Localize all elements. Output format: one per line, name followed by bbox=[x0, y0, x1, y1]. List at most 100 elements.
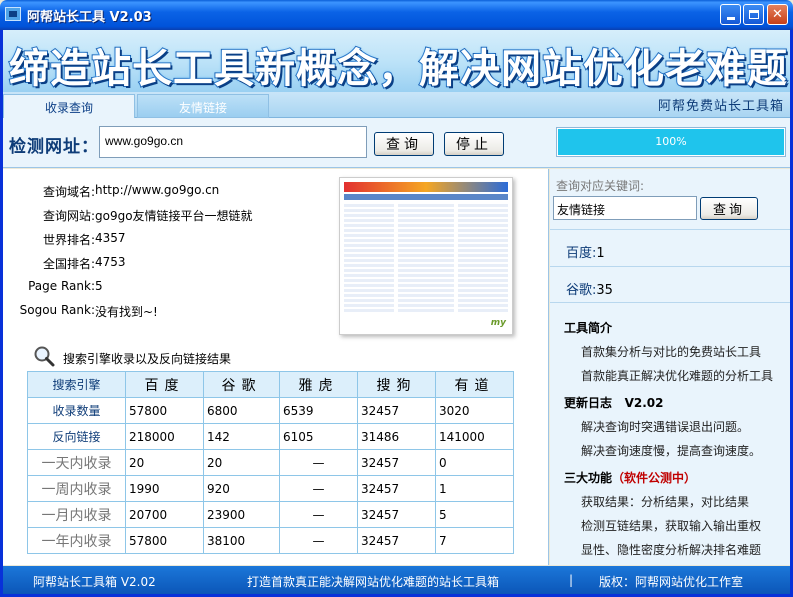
status-app-version: 阿帮站长工具箱 V2.02 bbox=[33, 575, 156, 589]
baidu-label: 百度: bbox=[566, 246, 597, 261]
table-cell: 32457 bbox=[357, 397, 436, 424]
stop-button[interactable]: 停止 bbox=[444, 132, 504, 156]
app-icon[interactable] bbox=[5, 7, 21, 21]
query-button[interactable]: 查询 bbox=[374, 132, 434, 156]
site-info-value: 4753 bbox=[95, 255, 126, 269]
row-label: 一年内收录 bbox=[27, 527, 126, 554]
tab-strip: 收录查询 友情链接 阿帮免费站长工具箱 bbox=[3, 92, 790, 118]
table-cell: 20 bbox=[125, 449, 204, 476]
row-label: 收录数量 bbox=[27, 397, 126, 424]
changelog-item: 解决查询速度慢，提高查询速度。 bbox=[581, 444, 762, 458]
url-input[interactable]: www.go9go.cn bbox=[99, 126, 367, 158]
table-cell: 920 bbox=[203, 475, 280, 502]
table-row: 一周内收录 1990 920—32457 1 bbox=[27, 475, 514, 502]
table-cell: 32457 bbox=[357, 449, 436, 476]
window-title: 阿帮站长工具 V2.03 bbox=[27, 10, 152, 25]
site-info-row: 世界排名: 4357 bbox=[3, 231, 273, 255]
baidu-value: 1 bbox=[596, 246, 605, 261]
features-title: 三大功能（软件公测中） bbox=[564, 469, 696, 486]
table-cell: 20 bbox=[203, 449, 280, 476]
google-rank: 谷歌:35 bbox=[566, 279, 613, 298]
url-label: 检测网址： bbox=[9, 137, 99, 157]
title-bar[interactable]: 阿帮站长工具 V2.03 ✕ bbox=[0, 0, 793, 30]
table-cell: 6539 bbox=[279, 397, 358, 424]
row-label: 一周内收录 bbox=[27, 475, 126, 502]
table-header: 百度 bbox=[125, 371, 204, 398]
progress-text: 100% bbox=[655, 135, 687, 148]
divider bbox=[550, 302, 790, 303]
beta-note: （软件公测中） bbox=[612, 471, 697, 485]
table-cell: 0 bbox=[435, 449, 514, 476]
site-info-key: Sogou Rank: bbox=[19, 303, 95, 317]
status-bar: 阿帮站长工具箱 V2.02 打造首款真正能决解网站优化难题的站长工具箱 | 版权… bbox=[3, 566, 790, 594]
table-header: 谷歌 bbox=[203, 371, 280, 398]
changelog-title-text: 更新日志 bbox=[564, 396, 613, 410]
table-cell: 20700 bbox=[125, 501, 204, 528]
thumbnail-logo: my bbox=[490, 318, 506, 328]
table-header: 搜狗 bbox=[357, 371, 436, 398]
row-label: 一月内收录 bbox=[27, 501, 126, 528]
site-info-row: 查询网站: go9go友情链接平台一想链就 bbox=[3, 207, 273, 231]
tab-friend-links[interactable]: 友情链接 bbox=[137, 94, 269, 118]
divider bbox=[550, 229, 790, 230]
table-cell: 32457 bbox=[357, 475, 436, 502]
url-bar: 检测网址： www.go9go.cn 查询 停止 100% bbox=[3, 118, 790, 168]
status-copyright: 版权：阿帮网站优化工作室 bbox=[599, 575, 744, 589]
site-info-value: 5 bbox=[95, 279, 103, 293]
keyword-input[interactable]: 友情链接 bbox=[553, 196, 697, 220]
site-info-value: go9go友情链接平台一想链就 bbox=[95, 209, 253, 223]
site-info-row: 全国排名: 4753 bbox=[3, 255, 273, 279]
table-cell: — bbox=[279, 475, 358, 502]
table-row: 一天内收录 20 20—32457 0 bbox=[27, 449, 514, 476]
table-cell: 38100 bbox=[203, 527, 280, 554]
table-row: 一月内收录 20700 23900—32457 5 bbox=[27, 501, 514, 528]
table-header: 搜索引擎 bbox=[27, 371, 126, 398]
keyword-query-button[interactable]: 查询 bbox=[700, 197, 758, 220]
table-cell: — bbox=[279, 449, 358, 476]
table-cell: 32457 bbox=[357, 501, 436, 528]
site-info-value: http://www.go9go.cn bbox=[95, 183, 220, 197]
table-header: 雅虎 bbox=[279, 371, 358, 398]
feature-item: 获取结果：分析结果，对比结果 bbox=[581, 495, 750, 509]
site-info-value: 4357 bbox=[95, 231, 126, 245]
site-info-key: 世界排名: bbox=[42, 233, 95, 247]
banner-slogan: 缔造站长工具新概念，解决网站优化老难题！ bbox=[8, 45, 790, 92]
minimize-button[interactable] bbox=[720, 4, 741, 25]
features-title-text: 三大功能 bbox=[564, 471, 613, 485]
status-tagline: 打造首款真正能决解网站优化难题的站长工具箱 bbox=[247, 575, 500, 589]
table-cell: 141000 bbox=[435, 423, 514, 450]
table-cell: 3020 bbox=[435, 397, 514, 424]
progress-bar: 100% bbox=[556, 127, 786, 157]
close-icon: ✕ bbox=[772, 7, 783, 22]
tab-record-query[interactable]: 收录查询 bbox=[3, 94, 135, 118]
feature-item: 显性、隐性密度分析解决排名难题 bbox=[581, 543, 762, 557]
table-cell: 1 bbox=[435, 475, 514, 502]
site-thumbnail: my bbox=[339, 177, 513, 335]
intro-title: 工具简介 bbox=[564, 321, 613, 335]
intro-item: 首款能真正解决优化难题的分析工具 bbox=[581, 369, 774, 383]
table-cell: 7 bbox=[435, 527, 514, 554]
table-cell: 57800 bbox=[125, 527, 204, 554]
table-row: 反向链接 218000 142 6105 31486 141000 bbox=[27, 423, 514, 450]
site-info-row: Page Rank: 5 bbox=[3, 279, 273, 303]
table-header: 有道 bbox=[435, 371, 514, 398]
google-label: 谷歌: bbox=[566, 283, 597, 298]
search-icon bbox=[34, 346, 55, 367]
site-info-row: Sogou Rank: 没有找到~! bbox=[3, 303, 273, 327]
row-label: 反向链接 bbox=[27, 423, 126, 450]
site-info-key: Page Rank: bbox=[28, 279, 95, 293]
site-info-value: 没有找到~! bbox=[95, 305, 158, 319]
table-row: 收录数量 57800 6800 6539 32457 3020 bbox=[27, 397, 514, 424]
close-button[interactable]: ✕ bbox=[767, 4, 788, 25]
google-value: 35 bbox=[596, 283, 613, 298]
status-separator: | bbox=[569, 573, 574, 587]
table-cell: 5 bbox=[435, 501, 514, 528]
table-cell: 6800 bbox=[203, 397, 280, 424]
minimize-icon bbox=[726, 17, 735, 20]
toolbox-label: 阿帮免费站长工具箱 bbox=[657, 99, 784, 114]
side-panel: 查询对应关键词: 友情链接 查询 百度:1 谷歌:35 工具简介 首款集分析与对… bbox=[550, 169, 790, 565]
main-panel: 查询域名: http://www.go9go.cn 查询网站: go9go友情链接平台… bbox=[3, 169, 549, 565]
table-cell: 1990 bbox=[125, 475, 204, 502]
maximize-button[interactable] bbox=[743, 4, 764, 25]
table-cell: 218000 bbox=[125, 423, 204, 450]
